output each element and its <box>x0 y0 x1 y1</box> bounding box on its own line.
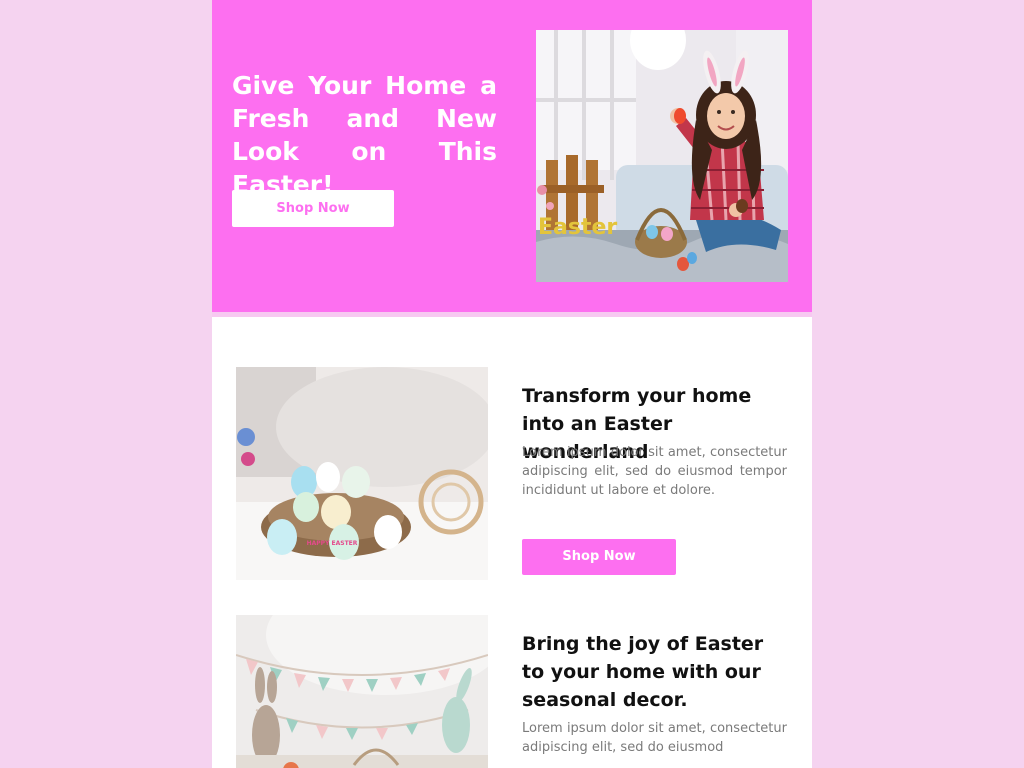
hero-photo-easter-letters: Easter <box>538 215 617 240</box>
hero-banner: Give Your Home a Fresh and New Look on T… <box>212 0 812 312</box>
email-container: Give Your Home a Fresh and New Look on T… <box>212 0 812 768</box>
easter-eggs-nest-photo: HAPPY EASTER <box>236 367 488 580</box>
section-1-text: Lorem ipsum dolor sit amet, consectetur … <box>522 445 787 498</box>
happy-easter-egg-label: HAPPY EASTER <box>307 540 358 547</box>
section-2-title: Bring the joy of Easter to your home wit… <box>522 633 764 711</box>
easter-decor-bunting-photo <box>236 615 488 768</box>
hero-photo-girl-with-easter-egg: Easter <box>536 30 788 282</box>
hero-shop-now-button[interactable]: Shop Now <box>232 190 394 227</box>
hero-title: Give Your Home a Fresh and New Look on T… <box>232 71 497 199</box>
section-1-shop-now-button[interactable]: Shop Now <box>522 539 676 575</box>
hero-divider <box>212 312 812 317</box>
section-2-text: Lorem ipsum dolor sit amet, consectetur … <box>522 721 787 755</box>
